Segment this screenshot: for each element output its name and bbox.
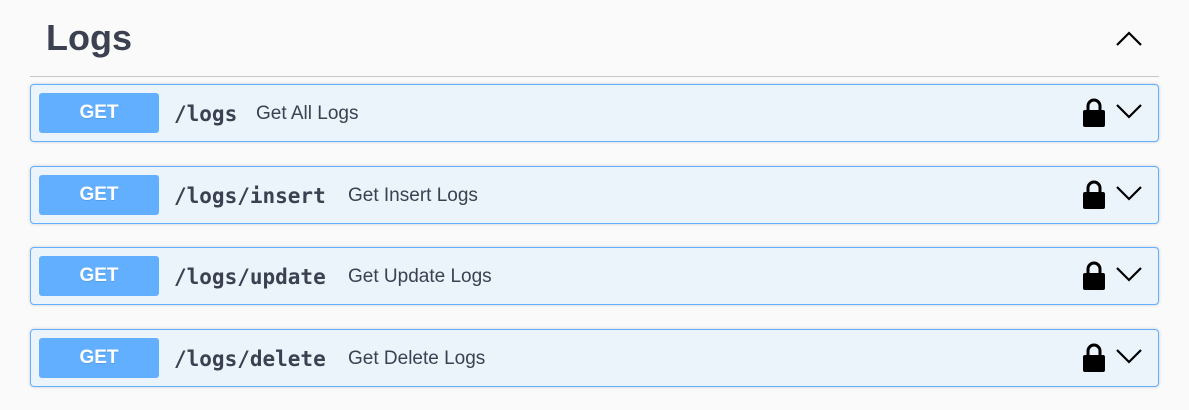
section-title: Logs — [46, 17, 132, 58]
operation-get-logs-insert[interactable]: GET /logs/insert Get Insert Logs — [30, 165, 1159, 224]
operation-get-logs[interactable]: GET /logs Get All Logs — [30, 84, 1159, 142]
chevron-down-icon[interactable] — [1114, 344, 1144, 368]
operation-get-logs-update[interactable]: GET /logs/update Get Update Logs — [30, 247, 1159, 305]
lock-icon[interactable] — [1081, 179, 1107, 211]
operation-summary: Get All Logs — [256, 103, 359, 124]
method-badge: GET — [39, 93, 159, 133]
operation-path: /logs — [174, 102, 238, 126]
chevron-down-icon[interactable] — [1114, 99, 1144, 123]
operation-summary: Get Delete Logs — [348, 347, 486, 369]
operation-path: /logs/delete — [174, 346, 326, 371]
chevron-down-icon[interactable] — [1114, 181, 1144, 205]
operation-get-logs-delete[interactable]: GET /logs/delete Get Delete Logs — [30, 328, 1159, 387]
operation-summary: Get Update Logs — [348, 266, 492, 287]
operation-path: /logs/update — [174, 265, 326, 289]
section-header[interactable]: Logs — [30, 0, 1159, 77]
lock-icon[interactable] — [1081, 97, 1107, 129]
operation-summary: Get Insert Logs — [348, 184, 478, 206]
chevron-up-icon[interactable] — [1113, 22, 1145, 54]
lock-icon[interactable] — [1081, 342, 1107, 374]
chevron-down-icon[interactable] — [1114, 262, 1144, 286]
operations-list: GET /logs Get All Logs GET /logs/insert … — [30, 84, 1159, 410]
operation-path: /logs/insert — [174, 183, 326, 208]
method-badge: GET — [39, 256, 159, 296]
logs-section: Logs GET /logs Get All Logs GET /logs/in… — [30, 0, 1159, 387]
method-badge: GET — [39, 174, 159, 215]
lock-icon[interactable] — [1081, 260, 1107, 292]
method-badge: GET — [39, 337, 159, 378]
